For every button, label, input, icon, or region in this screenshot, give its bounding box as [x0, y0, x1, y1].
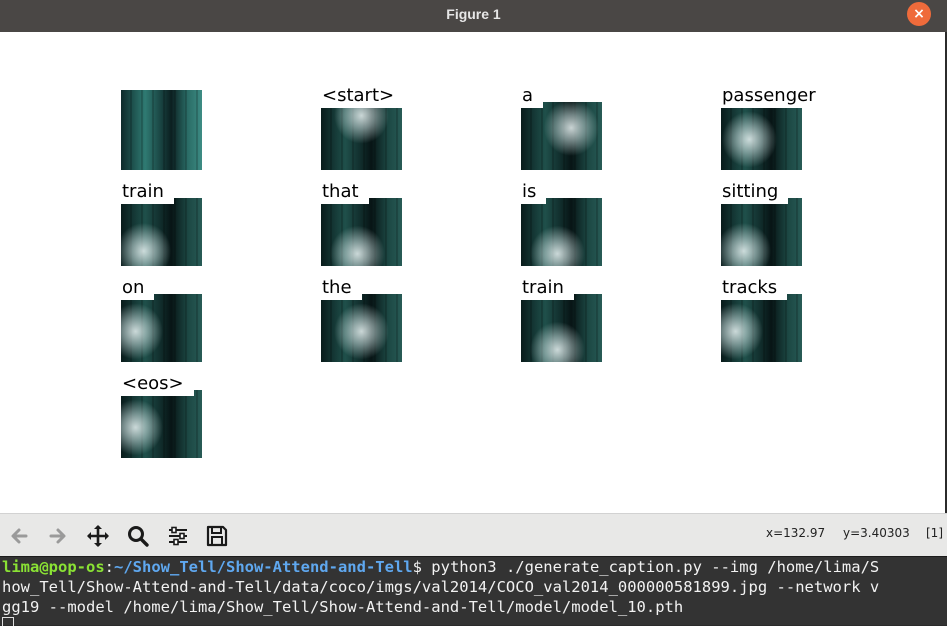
close-button[interactable]: × — [907, 2, 931, 26]
prompt-colon: : — [104, 558, 114, 576]
attention-highlight — [721, 102, 802, 170]
attention-map-1 — [321, 102, 402, 170]
matplotlib-toolbar: x=132.97 y=3.40303 [1] — [0, 513, 947, 557]
pan-icon — [87, 525, 109, 547]
save-button[interactable] — [203, 522, 231, 550]
zoom-icon — [128, 526, 149, 547]
prompt-path: ~/Show_Tell/Show-Attend-and-Tell — [114, 558, 413, 576]
prompt-user-host: lima@pop-os — [2, 558, 105, 576]
attention-highlight — [321, 102, 402, 170]
attention-map-8 — [121, 294, 202, 362]
figure-canvas: <start> a passenger train that is sitting on the… — [0, 32, 945, 513]
terminal-line-3: gg19 --model /home/lima/Show_Tell/Show-A… — [2, 598, 684, 616]
window-title: Figure 1 — [446, 6, 501, 22]
word-label: the — [321, 276, 362, 300]
forward-arrow-icon — [49, 528, 66, 544]
window-titlebar: Figure 1 × — [0, 0, 947, 32]
configure-subplots-icon — [169, 526, 187, 546]
attention-map-12 — [121, 390, 202, 458]
attention-highlight — [321, 294, 402, 362]
attention-highlight — [721, 294, 802, 362]
terminal-cursor — [2, 617, 14, 626]
attention-highlight — [121, 294, 202, 362]
word-label: that — [321, 180, 369, 204]
attention-highlight — [521, 102, 602, 170]
word-label: sitting — [721, 180, 789, 204]
forward-button[interactable] — [44, 522, 72, 550]
attention-highlight — [721, 198, 802, 266]
attention-map-4 — [121, 198, 202, 266]
attention-map-11 — [721, 294, 802, 362]
word-label: on — [121, 276, 155, 300]
configure-subplots-button[interactable] — [164, 522, 192, 550]
attention-map-3 — [721, 102, 802, 170]
attention-map-0 — [121, 90, 202, 170]
terminal-line-1: lima@pop-os:~/Show_Tell/Show-Attend-and-… — [2, 557, 879, 577]
attention-map-9 — [321, 294, 402, 362]
command-text: python3 ./generate_caption.py --img /hom… — [421, 558, 880, 576]
y-coordinate-readout: y=3.40303 — [843, 526, 910, 540]
word-label: a — [521, 84, 544, 108]
attention-map-2 — [521, 102, 602, 170]
attention-highlight — [321, 198, 402, 266]
back-arrow-icon — [11, 528, 28, 544]
attention-map-7 — [721, 198, 802, 266]
terminal-line-2: how_Tell/Show-Attend-and-Tell/data/coco/… — [2, 578, 880, 596]
subplot-index-readout: [1] — [926, 526, 943, 540]
attention-map-10 — [521, 294, 602, 362]
save-icon — [206, 525, 228, 547]
back-button[interactable] — [5, 522, 33, 550]
pan-button[interactable] — [84, 522, 112, 550]
image-tile — [121, 90, 202, 170]
x-coordinate-readout: x=132.97 — [766, 526, 826, 540]
word-label: is — [521, 180, 547, 204]
word-label: passenger — [721, 84, 826, 108]
word-label: tracks — [721, 276, 788, 300]
attention-map-6 — [521, 198, 602, 266]
prompt-dollar: $ — [412, 558, 422, 576]
attention-highlight — [121, 390, 202, 458]
word-label: <eos> — [121, 372, 194, 396]
word-label: train — [121, 180, 174, 204]
terminal-pane[interactable]: lima@pop-os:~/Show_Tell/Show-Attend-and-… — [0, 556, 947, 626]
attention-highlight — [521, 198, 602, 266]
word-label: train — [521, 276, 574, 300]
attention-highlight — [121, 198, 202, 266]
zoom-button[interactable] — [124, 522, 152, 550]
attention-highlight — [521, 294, 602, 362]
word-label: <start> — [321, 84, 405, 108]
attention-map-5 — [321, 198, 402, 266]
